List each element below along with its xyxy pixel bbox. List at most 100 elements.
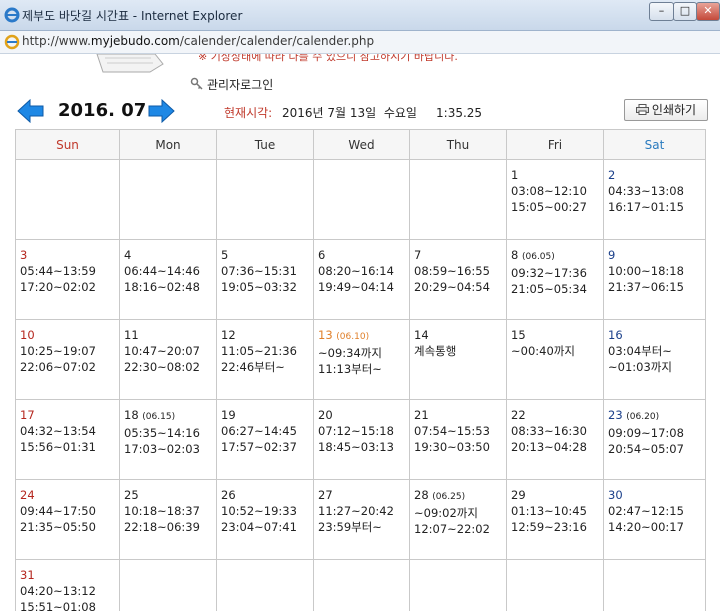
day-number: 13 [318,328,333,342]
window-titlebar: 제부도 바닷길 시간표 - Internet Explorer – □ ✕ [0,0,720,31]
page-icon [4,34,20,50]
sea-path-time: 15:56~01:31 [20,440,96,454]
sea-path-time: 10:52~19:33 [221,504,297,518]
sea-path-time: ~01:03까지 [608,360,672,374]
day-header: 20 [318,407,409,423]
maximize-button[interactable]: □ [673,2,697,21]
sea-path-time: ~00:40까지 [511,344,575,358]
sea-path-time: 06:27~14:45 [221,424,297,438]
sea-path-time: 23:04~07:41 [221,520,297,534]
calendar-day-cell [216,159,314,240]
sea-path-time: 17:03~02:03 [124,442,200,456]
calendar-week-row: 24 09:44~17:50 21:35~05:50 25 10:18~18:37 22:… [15,479,706,560]
sea-path-time: 20:29~04:54 [414,280,490,294]
sea-path-time: 18:45~03:13 [318,440,394,454]
day-header: 23 (06.20) [608,407,705,425]
sea-path-time: 05:44~13:59 [20,264,96,278]
lunar-date-tag: (06.05) [521,252,555,262]
day-number: 27 [318,488,333,502]
sea-path-time: 계속통행 [414,344,457,358]
day-number: 29 [511,488,526,502]
sea-path-time: 23:59부터~ [318,520,382,534]
day-header: 21 [414,407,506,423]
calendar-day-cell: 29 01:13~10:45 12:59~23:16 [506,479,604,560]
calendar-day-cell [119,159,217,240]
lunar-date-tag: (06.10) [336,332,370,342]
print-button[interactable]: 인쇄하기 [624,99,708,121]
day-number: 20 [318,408,333,422]
calendar-day-cell [119,559,217,611]
weekday-header: Tue [216,129,314,160]
calendar-week-row: 3 05:44~13:59 17:20~02:02 4 06:44~14:46 18:16… [15,239,706,320]
day-header: 15 [511,327,603,343]
calendar-day-cell [15,159,120,240]
close-button[interactable]: ✕ [696,2,720,21]
admin-login-label: 관리자로그인 [207,78,274,92]
url-text[interactable]: http://www.myjebudo.com/calender/calende… [22,34,374,48]
day-number: 25 [124,488,139,502]
calendar-day-cell: 10 10:25~19:07 22:06~07:02 [15,319,120,400]
calendar-day-cell: 30 02:47~12:15 14:20~00:17 [603,479,706,560]
day-number: 9 [608,248,616,262]
calendar-day-cell [216,559,314,611]
lunar-date-tag: (06.25) [432,492,466,502]
calendar-day-cell: 15 ~00:40까지 [506,319,604,400]
calendar-day-cell: 3 05:44~13:59 17:20~02:02 [15,239,120,320]
next-month-arrow-icon[interactable] [148,99,175,123]
prev-month-arrow-icon[interactable] [17,99,44,123]
day-number: 19 [221,408,236,422]
day-header: 12 [221,327,313,343]
calendar-day-cell: 27 11:27~20:42 23:59부터~ [313,479,410,560]
calendar-day-cell: 4 06:44~14:46 18:16~02:48 [119,239,217,320]
sea-path-time: 20:13~04:28 [511,440,587,454]
sea-path-time: 19:05~03:32 [221,280,297,294]
sea-path-time: 01:13~10:45 [511,504,587,518]
current-time-value: 2016년 7월 13일 수요일 1:35.25 [282,106,483,120]
calendar-day-cell: 6 08:20~16:14 19:49~04:14 [313,239,410,320]
calendar-week-row: 10 10:25~19:07 22:06~07:02 11 10:47~20:07 22:… [15,319,706,400]
calendar-day-cell: 28 (06.25) ~09:02까지 12:07~22:02 [409,479,507,560]
day-number: 18 [124,408,139,422]
printer-icon [635,104,649,115]
day-header: 24 [20,487,119,503]
sea-path-time: 09:32~17:36 [511,266,587,280]
day-header: 29 [511,487,603,503]
day-number: 11 [124,328,139,342]
weekday-header: Sat [603,129,706,160]
sea-path-time: 08:33~16:30 [511,424,587,438]
calendar-body: 1 03:08~12:10 15:05~00:27 2 04:33~13:08 16:17… [15,159,706,611]
calendar-day-cell: 18 (06.15) 05:35~14:16 17:03~02:03 [119,399,217,480]
day-number: 6 [318,248,326,262]
day-number: 23 [608,408,623,422]
day-number: 4 [124,248,132,262]
calendar-day-cell: 1 03:08~12:10 15:05~00:27 [506,159,604,240]
calendar-day-cell: 8 (06.05) 09:32~17:36 21:05~05:34 [506,239,604,320]
calendar-week-row: 17 04:32~13:54 15:56~01:31 18 (06.15) 05:35~… [15,399,706,480]
day-number: 10 [20,328,35,342]
minimize-button[interactable]: – [649,2,674,21]
sea-path-time: 17:57~02:37 [221,440,297,454]
day-header: 18 (06.15) [124,407,216,425]
calendar-day-cell: 14 계속통행 [409,319,507,400]
address-bar[interactable]: http://www.myjebudo.com/calender/calende… [0,31,720,54]
sea-path-time: 03:08~12:10 [511,184,587,198]
current-month: 2016. 07 [58,100,147,121]
day-header: 30 [608,487,705,503]
day-number: 24 [20,488,35,502]
calendar-day-cell: 20 07:12~15:18 18:45~03:13 [313,399,410,480]
day-number: 16 [608,328,623,342]
sea-path-time: 08:20~16:14 [318,264,394,278]
sea-path-time: 21:35~05:50 [20,520,96,534]
sea-path-time: 21:05~05:34 [511,282,587,296]
sea-path-time: 04:33~13:08 [608,184,684,198]
admin-login-link[interactable]: 관리자로그인 [190,76,273,93]
day-number: 8 [511,248,519,262]
sea-path-time: 15:05~00:27 [511,200,587,214]
sea-path-time: 14:20~00:17 [608,520,684,534]
day-number: 14 [414,328,429,342]
calendar-day-cell: 31 04:20~13:12 15:51~01:08 [15,559,120,611]
day-header: 19 [221,407,313,423]
calendar-day-cell: 22 08:33~16:30 20:13~04:28 [506,399,604,480]
page-content: ※ 기상상태에 따라 다를 수 있으니 참고하시기 바랍니다. 관리자로그인 2… [0,54,720,611]
sea-path-time: 02:47~12:15 [608,504,684,518]
